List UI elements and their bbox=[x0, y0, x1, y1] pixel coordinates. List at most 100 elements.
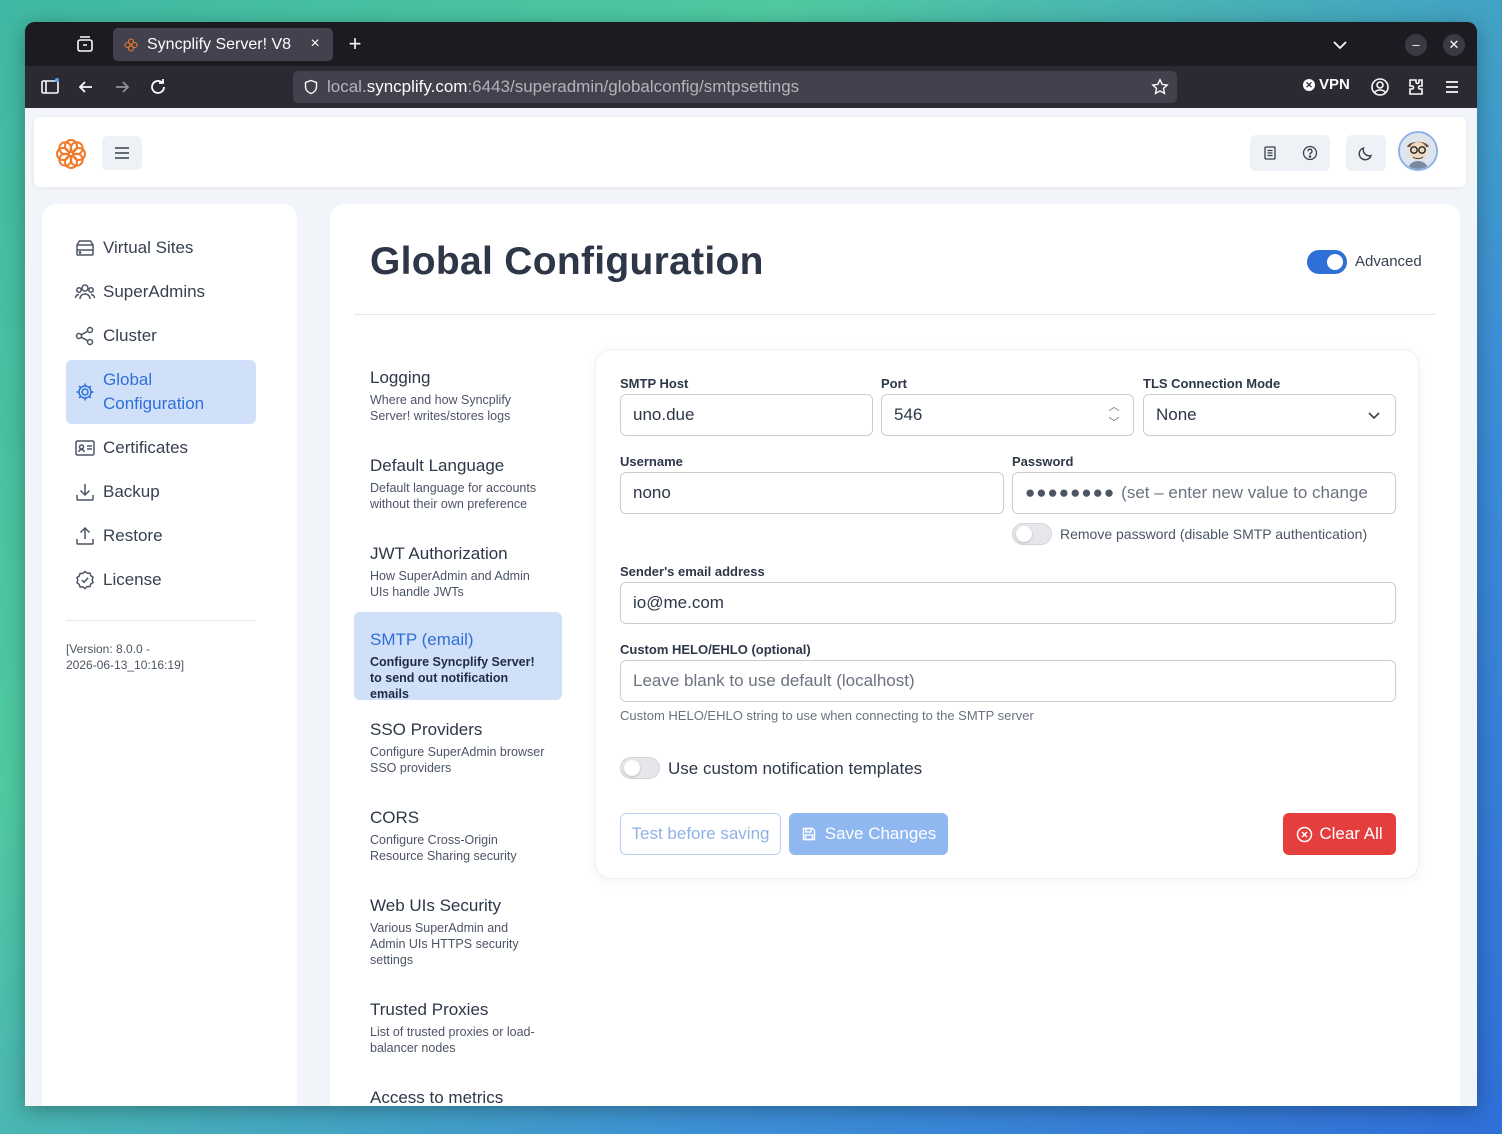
custom-templates-toggle[interactable] bbox=[620, 757, 660, 779]
config-menu-sso-providers[interactable]: SSO Providers Configure SuperAdmin brows… bbox=[354, 710, 562, 786]
sidebar-item-label: Global Configuration bbox=[103, 370, 205, 413]
sidebar-item-backup[interactable]: Backup bbox=[66, 474, 256, 510]
menu-item-title: Trusted Proxies bbox=[370, 1000, 489, 1019]
url-path: :6443/superadmin/globalconfig/smtpsettin… bbox=[467, 77, 800, 96]
theme-toggle-button[interactable] bbox=[1346, 135, 1386, 171]
sender-email-input[interactable]: io@me.com bbox=[620, 582, 1396, 624]
test-button-label: Test before saving bbox=[631, 824, 770, 843]
menu-item-title: Logging bbox=[370, 368, 431, 387]
helo-input[interactable]: Leave blank to use default (localhost) bbox=[620, 660, 1396, 702]
sidebar-item-label: Restore bbox=[103, 526, 163, 545]
extensions-icon[interactable] bbox=[1405, 76, 1427, 98]
tls-mode-select[interactable]: None bbox=[1143, 394, 1396, 436]
port-value: 546 bbox=[894, 405, 923, 424]
bookmark-star-icon[interactable] bbox=[1151, 78, 1169, 96]
account-icon[interactable] bbox=[1369, 76, 1391, 98]
help-icon[interactable] bbox=[1302, 145, 1318, 161]
back-icon[interactable] bbox=[75, 76, 97, 98]
menu-icon[interactable] bbox=[1441, 76, 1463, 98]
browser-tab[interactable]: Syncplify Server! V8 × bbox=[113, 28, 333, 61]
config-menu-access-to-metrics[interactable]: Access to metrics bbox=[354, 1078, 562, 1106]
share-icon bbox=[75, 326, 94, 346]
config-menu-trusted-proxies[interactable]: Trusted Proxies List of trusted proxies … bbox=[354, 990, 562, 1066]
syncplify-logo-icon[interactable] bbox=[54, 137, 88, 171]
version-info: [Version: 8.0.0 - 2026-06-13_10:16:19] bbox=[66, 641, 216, 673]
config-menu-web-uis-security[interactable]: Web UIs Security Various SuperAdmin and … bbox=[354, 886, 562, 978]
url-host: syncplify.com bbox=[366, 77, 468, 96]
password-input[interactable]: ●●●●●●●● (set – enter new value to chang… bbox=[1012, 472, 1396, 514]
moon-icon bbox=[1358, 146, 1373, 161]
sidebar-item-license[interactable]: License bbox=[66, 562, 256, 598]
users-icon bbox=[74, 284, 96, 300]
smtp-host-input[interactable]: uno.due bbox=[620, 394, 873, 436]
save-icon bbox=[802, 827, 815, 841]
port-label: Port bbox=[881, 376, 907, 391]
username-input[interactable]: nono bbox=[620, 472, 1004, 514]
config-menu-logging[interactable]: Logging Where and how Syncplify Server! … bbox=[354, 358, 562, 434]
remove-password-toggle[interactable] bbox=[1012, 523, 1052, 545]
chevron-down-icon[interactable] bbox=[1329, 34, 1351, 56]
server-icon bbox=[76, 240, 94, 256]
page-content: Virtual Sites SuperAdmins Cluster Global… bbox=[25, 108, 1477, 1106]
test-before-saving-button[interactable]: Test before saving bbox=[620, 813, 781, 855]
url-prefix: local. bbox=[327, 77, 367, 96]
tab-title: Syncplify Server! V8 bbox=[147, 35, 292, 53]
app-header bbox=[34, 117, 1466, 187]
avatar-image bbox=[1400, 133, 1436, 169]
tab-list-icon[interactable] bbox=[75, 34, 95, 54]
menu-item-title: Access to metrics bbox=[370, 1088, 504, 1106]
clear-all-button[interactable]: Clear All bbox=[1283, 813, 1396, 855]
close-window-icon[interactable]: ✕ bbox=[1443, 34, 1465, 56]
save-changes-button[interactable]: Save Changes bbox=[789, 813, 948, 855]
sidebar-item-restore[interactable]: Restore bbox=[66, 518, 256, 554]
tls-mode-value: None bbox=[1156, 405, 1197, 424]
sidebar-item-cluster[interactable]: Cluster bbox=[66, 318, 256, 354]
custom-templates-label: Use custom notification templates bbox=[668, 759, 923, 778]
save-button-label: Save Changes bbox=[824, 824, 937, 843]
sender-email-label: Sender's email address bbox=[620, 564, 765, 579]
config-menu-cors[interactable]: CORS Configure Cross-Origin Resource Sha… bbox=[354, 798, 562, 874]
sidebar-item-virtual-sites[interactable]: Virtual Sites bbox=[66, 230, 256, 266]
advanced-toggle[interactable] bbox=[1307, 250, 1347, 274]
vpn-off-icon: ✕ bbox=[1303, 78, 1315, 91]
hamburger-menu-button[interactable] bbox=[102, 136, 142, 170]
config-menu-smtp[interactable]: SMTP (email) Configure Syncplify Server!… bbox=[354, 612, 562, 701]
clear-button-label: Clear All bbox=[1319, 824, 1383, 843]
forward-icon[interactable] bbox=[111, 76, 133, 98]
port-input[interactable]: 546 ︿ ﹀ bbox=[881, 394, 1134, 436]
chevron-up-icon[interactable]: ︿ bbox=[1107, 399, 1121, 415]
sidebar: Virtual Sites SuperAdmins Cluster Global… bbox=[42, 204, 297, 1106]
menu-item-title: SMTP (email) bbox=[370, 630, 474, 649]
sidebar-item-certificates[interactable]: Certificates bbox=[66, 430, 256, 466]
port-stepper[interactable]: ︿ ﹀ bbox=[1107, 399, 1121, 431]
avatar[interactable] bbox=[1398, 131, 1438, 171]
reload-icon[interactable] bbox=[147, 76, 169, 98]
gear-icon bbox=[76, 383, 94, 401]
sidebar-item-superadmins[interactable]: SuperAdmins bbox=[66, 274, 256, 310]
sidebar-divider bbox=[66, 620, 256, 621]
sidebar-item-global-configuration[interactable]: Global Configuration bbox=[66, 360, 256, 424]
password-dots: ●●●●●●●● bbox=[1025, 483, 1116, 502]
new-tab-icon[interactable]: + bbox=[345, 33, 365, 55]
sidebar-item-label: License bbox=[103, 570, 162, 589]
menu-item-desc: Configure Cross-Origin Resource Sharing … bbox=[370, 833, 517, 863]
url-bar[interactable]: local. syncplify.com:6443/superadmin/glob… bbox=[293, 71, 1177, 103]
sidebar-item-label: Cluster bbox=[103, 326, 157, 345]
menu-item-desc: Default language for accounts without th… bbox=[370, 481, 537, 511]
sidebar-item-label: Virtual Sites bbox=[103, 238, 194, 257]
download-icon bbox=[76, 484, 94, 501]
page-title: Global Configuration bbox=[370, 240, 764, 283]
menu-item-desc: List of trusted proxies or load-balancer… bbox=[370, 1025, 535, 1055]
main-panel: Global Configuration Advanced Logging Wh… bbox=[330, 204, 1460, 1106]
sidebar-item-label: SuperAdmins bbox=[103, 282, 206, 301]
minimize-icon[interactable]: – bbox=[1405, 34, 1427, 56]
config-menu-jwt-authorization[interactable]: JWT Authorization How SuperAdmin and Adm… bbox=[354, 534, 562, 610]
tab-close-icon[interactable]: × bbox=[307, 36, 323, 52]
vpn-button[interactable]: ✕ VPN bbox=[1303, 76, 1350, 93]
menu-item-title: SSO Providers bbox=[370, 720, 483, 739]
document-icon[interactable] bbox=[1262, 145, 1278, 161]
shield-icon[interactable] bbox=[303, 79, 319, 95]
chevron-down-icon[interactable]: ﹀ bbox=[1107, 415, 1121, 431]
config-menu-default-language[interactable]: Default Language Default language for ac… bbox=[354, 446, 562, 522]
sidebar-toggle-icon[interactable] bbox=[39, 76, 61, 98]
